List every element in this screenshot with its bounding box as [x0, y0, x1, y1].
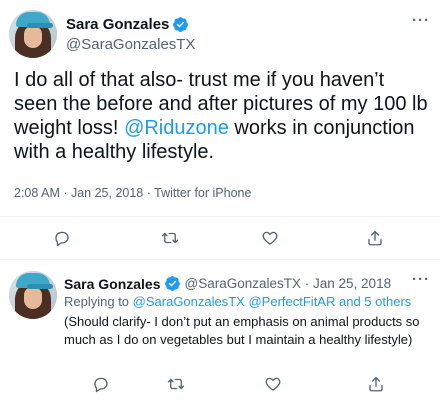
avatar[interactable]: [9, 10, 57, 58]
more-options-icon[interactable]: ···: [412, 271, 430, 288]
tweet-meta: 2:08 AM · Jan 25, 2018 · Twitter for iPh…: [14, 186, 251, 200]
others-link[interactable]: and 5 others: [339, 294, 411, 309]
divider: [0, 216, 440, 217]
author-name[interactable]: Sara Gonzales: [64, 276, 161, 292]
mention-link[interactable]: @PerfectFitAR: [248, 294, 335, 309]
author-handle[interactable]: @SaraGonzalesTX: [66, 36, 195, 53]
mention-link[interactable]: @Riduzone: [124, 117, 229, 139]
retweet-icon[interactable]: [160, 228, 180, 248]
verified-badge-icon: [164, 276, 180, 291]
reply-author-row: Sara Gonzales @SaraGonzalesTX · Jan 25, …: [64, 275, 391, 292]
avatar[interactable]: [9, 271, 57, 319]
more-options-icon[interactable]: ···: [412, 12, 430, 29]
meta-separator: ·: [143, 186, 155, 200]
reply-date[interactable]: Jan 25, 2018: [313, 276, 391, 291]
replying-prefix: Replying to: [64, 294, 133, 309]
reply-icon[interactable]: [52, 228, 72, 248]
share-icon[interactable]: [366, 374, 386, 394]
meta-separator: ·: [301, 276, 314, 291]
author-handle[interactable]: @SaraGonzalesTX: [185, 276, 302, 291]
mention-link[interactable]: @SaraGonzalesTX: [133, 294, 245, 309]
verified-badge-icon: [173, 17, 189, 32]
tweet-text: I do all of that also- trust me if you h…: [14, 68, 429, 164]
divider: [0, 259, 440, 260]
author-name-row: Sara Gonzales: [66, 16, 189, 33]
like-icon[interactable]: [260, 228, 280, 248]
tweet-source[interactable]: Twitter for iPhone: [154, 186, 251, 200]
tweet-timestamp[interactable]: 2:08 AM · Jan 25, 2018: [14, 186, 143, 200]
reply-icon[interactable]: [91, 374, 111, 394]
author-name[interactable]: Sara Gonzales: [66, 16, 169, 33]
share-icon[interactable]: [365, 228, 385, 248]
retweet-icon[interactable]: [166, 374, 186, 394]
like-icon[interactable]: [263, 374, 283, 394]
replying-to: Replying to @SaraGonzalesTX @PerfectFitA…: [64, 294, 411, 309]
reply-text: (Should clarify- I don’t put an emphasis…: [64, 314, 420, 347]
